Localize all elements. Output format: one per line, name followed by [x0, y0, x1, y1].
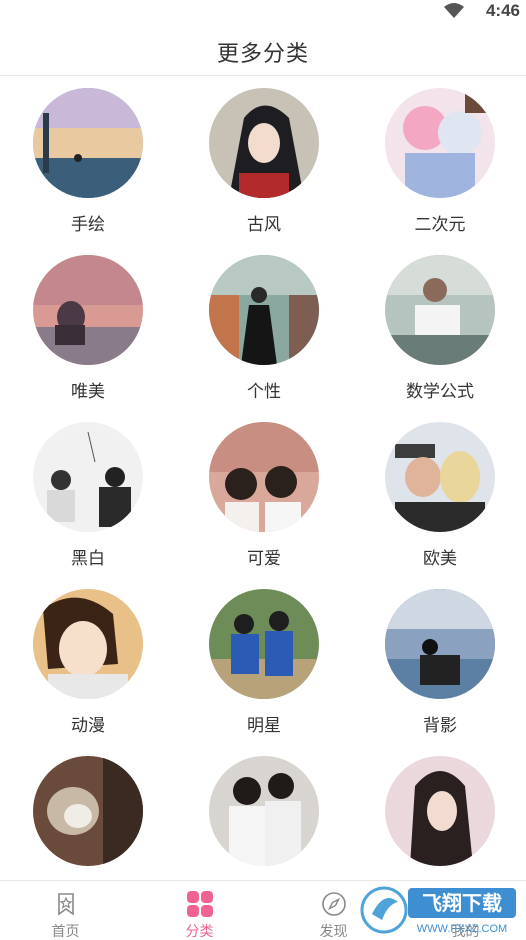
category-item-personality[interactable]: 个性	[176, 245, 352, 401]
category-item-back-view[interactable]: 背影	[352, 579, 526, 735]
category-label: 黑白	[71, 549, 105, 568]
status-bar: 4:46	[0, 0, 526, 22]
category-item-girl[interactable]: 女生	[352, 746, 526, 880]
watermark-logo: 飞翔下载 WWW.FXXZ.COM	[360, 886, 516, 935]
category-item-couple[interactable]: 情侣	[176, 746, 352, 880]
category-item-black-white[interactable]: 黑白	[0, 412, 176, 568]
category-thumbnail	[33, 422, 143, 532]
category-item-animal[interactable]: 动物	[0, 746, 176, 880]
category-thumbnail	[33, 756, 143, 866]
category-item-celebrity[interactable]: 明星	[176, 579, 352, 735]
home-icon	[58, 893, 74, 916]
category-thumbnail	[385, 88, 495, 198]
category-thumbnail	[385, 756, 495, 866]
category-label: 二次元	[414, 215, 466, 234]
category-thumbnail	[209, 756, 319, 866]
category-label: 个性	[247, 382, 281, 401]
category-item-cute[interactable]: 可爱	[176, 412, 352, 568]
category-item-western[interactable]: 欧美	[352, 412, 526, 568]
category-item-math-formula[interactable]: 数学公式	[352, 245, 526, 401]
category-thumbnail	[209, 589, 319, 699]
page-title: 更多分类	[216, 41, 309, 66]
category-item-aesthetic[interactable]: 唯美	[0, 245, 176, 401]
wifi-icon	[444, 3, 464, 18]
category-thumbnail	[209, 255, 319, 365]
tab-category[interactable]: 分类	[134, 881, 265, 940]
category-label: 明星	[247, 716, 281, 735]
svg-text:WWW.FXXZ.COM: WWW.FXXZ.COM	[417, 923, 507, 935]
tab-label: 首页	[51, 923, 80, 939]
page-header: 更多分类	[0, 22, 526, 76]
category-thumbnail	[385, 589, 495, 699]
category-thumbnail	[209, 422, 319, 532]
category-label: 唯美	[71, 382, 105, 401]
category-thumbnail	[385, 255, 495, 365]
category-label: 背影	[423, 716, 457, 735]
category-label: 数学公式	[406, 382, 474, 401]
category-item-animation[interactable]: 动漫	[0, 579, 176, 735]
svg-text:飞翔下载: 飞翔下载	[422, 891, 502, 915]
tab-label: 分类	[185, 923, 214, 939]
tab-home[interactable]: 首页	[0, 881, 131, 940]
category-thumbnail	[33, 255, 143, 365]
category-thumbnail	[33, 589, 143, 699]
category-grid-icon	[187, 891, 213, 917]
category-item-hand-drawn[interactable]: 手绘	[0, 78, 176, 234]
category-label: 手绘	[71, 215, 105, 234]
category-thumbnail	[209, 88, 319, 198]
status-time: 4:46	[485, 1, 520, 20]
category-item-ancient-style[interactable]: 古风	[176, 78, 352, 234]
category-label: 古风	[247, 215, 281, 234]
category-label: 动漫	[71, 716, 105, 735]
category-label: 可爱	[247, 549, 281, 568]
category-thumbnail	[385, 422, 495, 532]
category-grid: 手绘 古风 二次元 唯美 个性 数学公式 黑白 可爱 欧美 动漫 明星 背影	[0, 78, 526, 880]
compass-icon	[322, 892, 346, 916]
category-label: 欧美	[423, 549, 457, 568]
category-thumbnail	[33, 88, 143, 198]
category-item-anime-2d[interactable]: 二次元	[352, 78, 526, 234]
